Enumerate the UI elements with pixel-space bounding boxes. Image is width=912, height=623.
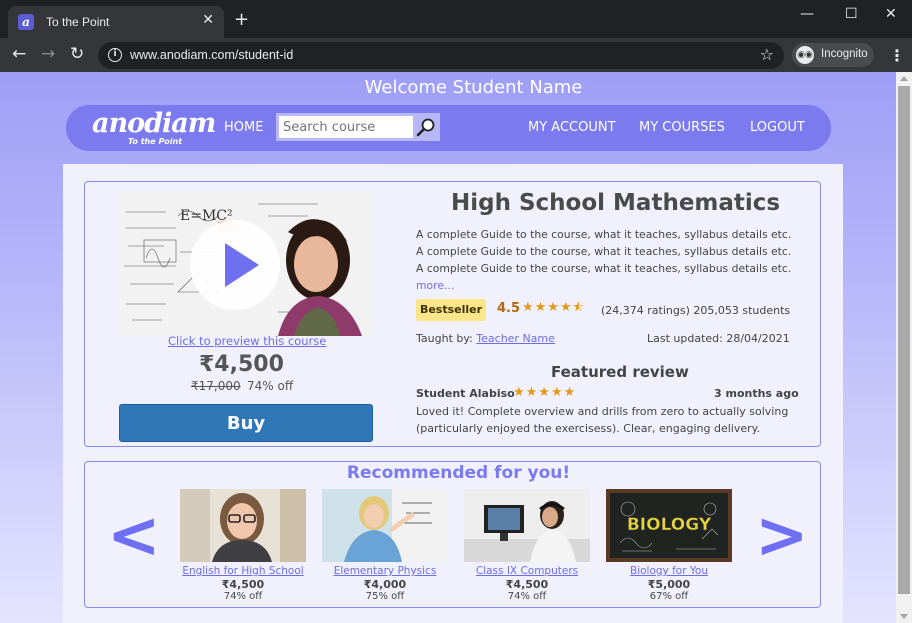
buy-button[interactable]: Buy bbox=[119, 404, 373, 442]
nav-home-link[interactable]: HOME bbox=[224, 120, 263, 135]
minimize-icon[interactable]: — bbox=[800, 6, 814, 22]
browser-menu-icon[interactable]: ⋮ bbox=[889, 46, 905, 65]
featured-review-heading: Featured review bbox=[551, 363, 689, 381]
original-price: ₹17,000 bbox=[191, 379, 241, 393]
favicon-icon: a bbox=[18, 14, 34, 30]
course-preview-video[interactable]: E=MC² bbox=[118, 192, 374, 336]
review-stars-icon: ★★★★★ bbox=[513, 385, 577, 400]
course-card-price: ₹4,000 bbox=[363, 578, 407, 591]
back-icon[interactable]: ← bbox=[12, 44, 26, 64]
review-time: 3 months ago bbox=[714, 387, 799, 400]
recommended-course-card[interactable]: English for High School ₹4,500 74% off bbox=[180, 489, 306, 602]
course-card-image[interactable] bbox=[180, 489, 306, 562]
info-icon[interactable]: i bbox=[108, 48, 122, 62]
close-tab-icon[interactable]: ✕ bbox=[202, 12, 214, 28]
course-card-price: ₹4,500 bbox=[221, 578, 265, 591]
play-button[interactable] bbox=[190, 220, 280, 310]
incognito-label: Incognito bbox=[821, 48, 868, 60]
course-card-image[interactable] bbox=[464, 489, 590, 562]
taught-by-label: Taught by: bbox=[416, 332, 473, 345]
course-card-price: ₹4,500 bbox=[505, 578, 549, 591]
recommended-heading: Recommended for you! bbox=[346, 463, 571, 483]
rating-stars-icon: ★★★★☆★ bbox=[522, 300, 586, 315]
scroll-thumb[interactable] bbox=[898, 86, 910, 594]
welcome-text: Welcome Student Name bbox=[364, 77, 583, 98]
recommended-section: Recommended for you! < English for High … bbox=[84, 461, 821, 608]
scroll-down-icon[interactable] bbox=[900, 614, 908, 619]
course-card-discount: 74% off bbox=[223, 591, 263, 602]
review-text: Loved it! Complete overview and drills f… bbox=[416, 405, 789, 435]
nav-my-account-link[interactable]: MY ACCOUNT bbox=[528, 120, 616, 135]
recommended-course-card[interactable]: Elementary Physics ₹4,000 75% off bbox=[322, 489, 448, 602]
description-line: A complete Guide to the course, what it … bbox=[416, 245, 792, 258]
biology-image-text: BIOLOGY bbox=[627, 515, 712, 535]
logo-tagline: To the Point bbox=[128, 137, 183, 146]
reviewer-name: Student Alabiso bbox=[416, 387, 515, 400]
close-window-icon[interactable]: ✕ bbox=[885, 6, 897, 22]
discount-percent: 74% off bbox=[247, 379, 294, 393]
course-card-name[interactable]: Elementary Physics bbox=[322, 565, 448, 577]
last-updated: Last updated: 28/04/2021 bbox=[647, 332, 790, 345]
course-card-price: ₹5,000 bbox=[647, 578, 691, 591]
course-card-name[interactable]: Biology for You bbox=[606, 565, 732, 577]
course-price: ₹4,500 bbox=[199, 352, 284, 377]
incognito-icon: ◉◉ bbox=[796, 46, 814, 64]
browser-toolbar: ← → ↻ i www.anodiam.com/student-id ☆ ◉◉ … bbox=[0, 38, 912, 72]
course-description: A complete Guide to the course, what it … bbox=[416, 226, 806, 294]
bookmark-star-icon[interactable]: ☆ bbox=[760, 45, 774, 64]
incognito-badge[interactable]: ◉◉ Incognito bbox=[792, 43, 874, 67]
bestseller-badge: Bestseller bbox=[416, 299, 486, 321]
carousel-prev-arrow-icon[interactable]: < bbox=[107, 504, 161, 568]
page-viewport: Welcome Student Name anodiam To the Poin… bbox=[0, 72, 896, 623]
course-card-discount: 74% off bbox=[507, 591, 547, 602]
description-line: A complete Guide to the course, what it … bbox=[416, 262, 792, 275]
reload-icon[interactable]: ↻ bbox=[70, 44, 84, 64]
logo-main-text: anodiam bbox=[92, 108, 216, 139]
carousel-next-arrow-icon[interactable]: > bbox=[755, 504, 809, 568]
new-tab-icon[interactable]: + bbox=[234, 11, 249, 29]
more-link[interactable]: more... bbox=[416, 277, 806, 294]
course-title: High School Mathematics bbox=[451, 190, 781, 216]
site-logo[interactable]: anodiam To the Point bbox=[92, 108, 216, 146]
site-navbar: anodiam To the Point HOME MY ACCOUNT MY … bbox=[66, 105, 831, 151]
browser-tab-bar: a To the Point ✕ + — ☐ ✕ bbox=[0, 0, 912, 38]
browser-tab[interactable]: a To the Point ✕ bbox=[8, 6, 224, 38]
nav-my-courses-link[interactable]: MY COURSES bbox=[639, 120, 725, 135]
course-card-discount: 67% off bbox=[649, 591, 689, 602]
main-content-card: E=MC² Click to preview this course ₹4,50… bbox=[63, 164, 843, 623]
course-detail-box: E=MC² Click to preview this course ₹4,50… bbox=[84, 181, 821, 447]
preview-course-link[interactable]: Click to preview this course bbox=[168, 334, 326, 348]
teacher-link[interactable]: Teacher Name bbox=[476, 332, 555, 345]
description-line: A complete Guide to the course, what it … bbox=[416, 228, 792, 241]
page-scrollbar[interactable] bbox=[896, 72, 912, 623]
url-text[interactable]: www.anodiam.com/student-id bbox=[130, 48, 293, 62]
course-card-image[interactable] bbox=[322, 489, 448, 562]
recommended-course-card[interactable]: BIOLOGY Biology for You ₹5,000 67% off bbox=[606, 489, 732, 602]
nav-logout-link[interactable]: LOGOUT bbox=[750, 120, 805, 135]
forward-icon[interactable]: → bbox=[41, 44, 55, 64]
address-bar[interactable]: i www.anodiam.com/student-id ☆ bbox=[98, 42, 784, 69]
tab-title: To the Point bbox=[46, 15, 110, 29]
play-icon bbox=[225, 243, 259, 287]
taught-by: Taught by: Teacher Name bbox=[416, 332, 555, 345]
course-card-discount: 75% off bbox=[365, 591, 405, 602]
rating-value: 4.5 bbox=[497, 301, 521, 316]
course-card-image[interactable]: BIOLOGY bbox=[606, 489, 732, 562]
maximize-icon[interactable]: ☐ bbox=[845, 6, 858, 22]
search-icon[interactable] bbox=[416, 117, 436, 137]
search-input[interactable] bbox=[279, 116, 413, 138]
search-bar bbox=[276, 113, 440, 141]
course-card-name[interactable]: Class IX Computers bbox=[464, 565, 590, 577]
ratings-count: (24,374 ratings) 205,053 students bbox=[601, 304, 791, 317]
scroll-up-icon[interactable] bbox=[900, 76, 908, 81]
recommended-course-card[interactable]: Class IX Computers ₹4,500 74% off bbox=[464, 489, 590, 602]
course-card-name[interactable]: English for High School bbox=[180, 565, 306, 577]
